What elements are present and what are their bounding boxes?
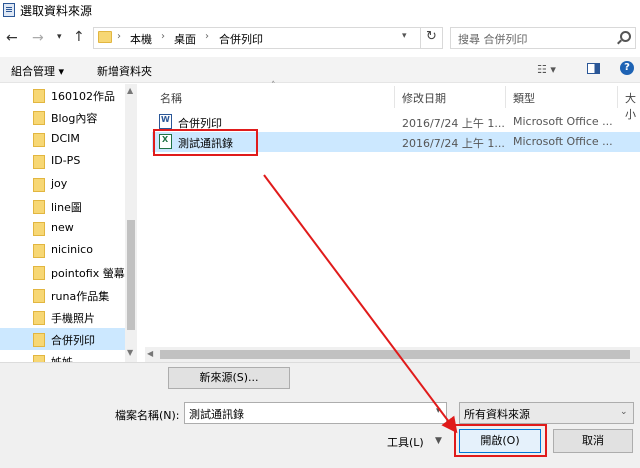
annotation-arrow xyxy=(263,174,458,434)
